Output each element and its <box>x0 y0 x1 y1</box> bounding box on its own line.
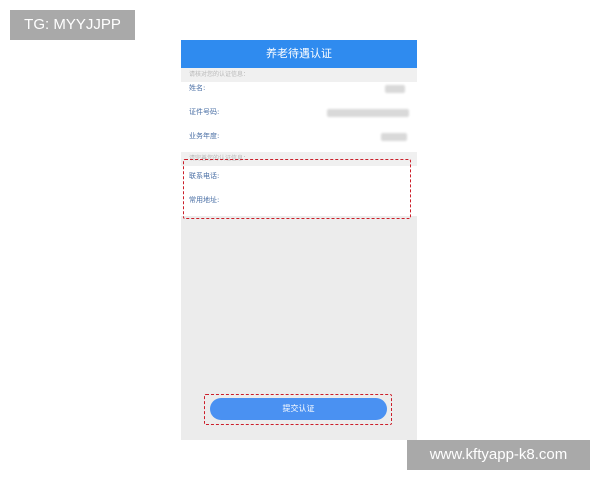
field-name-value-redacted <box>385 85 405 93</box>
field-year-label: 业务年度: <box>189 132 220 140</box>
phone-screen: 养老待遇认证 请核对您的认证信息： 姓名: 证件号码: 业务年度: 请完善您的认… <box>181 40 417 440</box>
verify-info-card: 姓名: 证件号码: 业务年度: <box>181 82 417 152</box>
field-year-value-redacted <box>381 133 407 141</box>
field-year-row: 业务年度: <box>181 124 417 148</box>
page-title: 养老待遇认证 <box>181 40 417 68</box>
field-name-label: 姓名: <box>189 84 206 92</box>
fill-info-highlight-box <box>183 159 411 219</box>
field-id-value-redacted <box>327 109 409 117</box>
watermark-top-left: TG: MYYJJPP <box>10 10 135 40</box>
field-name-row: 姓名: <box>181 76 417 100</box>
submit-highlight-box <box>204 394 392 425</box>
field-id-label: 证件号码: <box>189 108 220 116</box>
watermark-bottom-right: www.kftyapp-k8.com <box>407 440 590 470</box>
field-id-row: 证件号码: <box>181 100 417 124</box>
